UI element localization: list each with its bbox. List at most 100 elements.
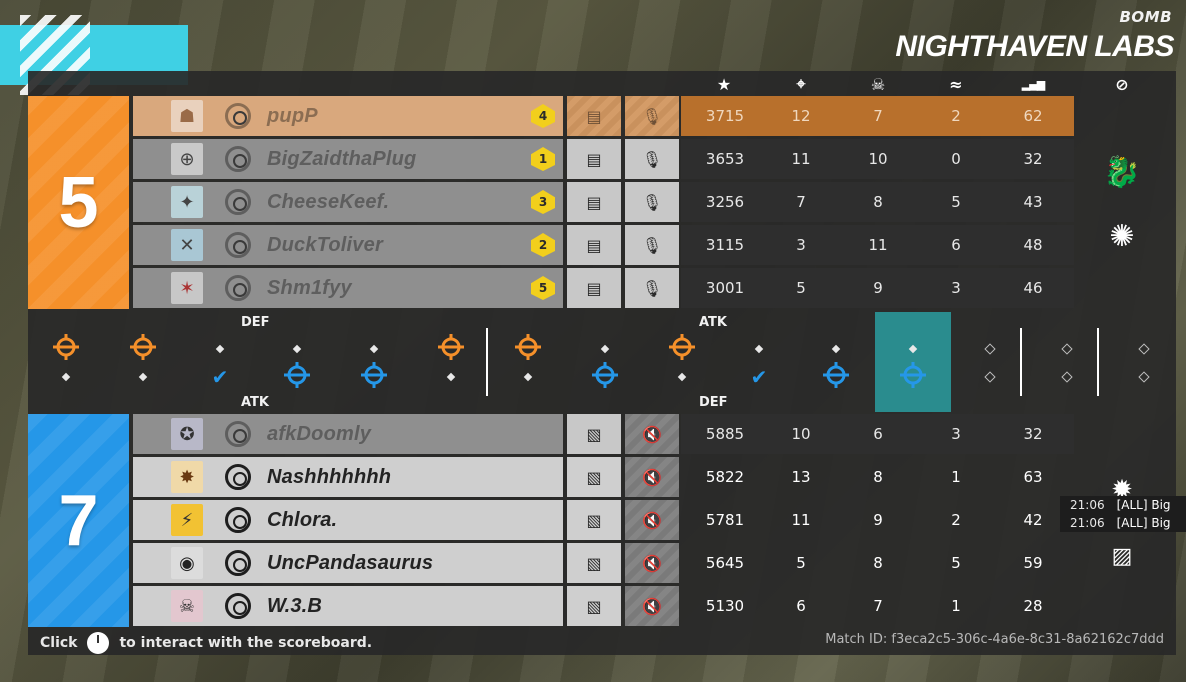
killfeed-message: [ALL] Big	[1116, 498, 1171, 512]
player-row[interactable]: ⊕ BigZaidthaPlug 1 ▤ 🎙 3653 11 10 0 32	[133, 139, 1074, 179]
half-divider	[486, 328, 488, 396]
kills-crosshair-icon: ⌖	[796, 74, 806, 93]
ubisoft-icon	[225, 421, 251, 447]
chat-muted-button[interactable]: ▧	[567, 457, 621, 497]
round-loss-dot-icon	[754, 344, 764, 354]
game-mode: BOMB	[1119, 8, 1172, 26]
ping-stat: 48	[1023, 236, 1043, 254]
round-top-cell	[875, 336, 951, 362]
rank-badge: 1	[531, 147, 555, 171]
kills-stat: 12	[791, 107, 811, 125]
mic-button[interactable]: 🎙	[625, 268, 679, 308]
player-row[interactable]: ☗ pupP 4 ▤ 🎙 3715 12 7 2 62	[133, 96, 1074, 136]
ubisoft-icon	[225, 550, 251, 576]
mic-muted-button[interactable]: 🔇	[625, 586, 679, 626]
player-row[interactable]: ✕ DuckToliver 2 ▤ 🎙 3115 3 11 6 48	[133, 225, 1074, 265]
round-top-cell	[105, 334, 181, 364]
chat-muted-button[interactable]: ▧	[567, 586, 621, 626]
round-loss-dot-icon	[138, 372, 148, 382]
player-name-cell[interactable]: ⊕ BigZaidthaPlug 1	[133, 139, 563, 179]
orange-team-score: 5	[28, 96, 129, 309]
chat-button[interactable]: ▤	[567, 182, 621, 222]
kills-stat: 13	[791, 468, 811, 486]
player-name-cell[interactable]: ✕ DuckToliver 2	[133, 225, 563, 265]
mic-button[interactable]: 🎙	[625, 225, 679, 265]
round-loss-dot-icon	[523, 372, 533, 382]
round-bottom-cell	[952, 364, 1028, 390]
chat-button[interactable]: ▤	[567, 225, 621, 265]
assists-icon: ≈	[949, 74, 963, 94]
player-name-cell[interactable]: ✦ CheeseKeef. 3	[133, 182, 563, 222]
round-column	[28, 312, 104, 412]
unplayed-round-icon	[1061, 343, 1073, 355]
player-row[interactable]: ◉ UncPandasaurus ▧ 🔇 5645 5 8 5 59	[133, 543, 1074, 583]
blue-round-win-icon	[821, 362, 851, 392]
orange-round-win-icon	[128, 334, 158, 364]
player-name-cell[interactable]: ⚡ Chlora.	[133, 500, 563, 540]
player-stats: 5130 6 7 1 28	[681, 586, 1074, 626]
assists-stat: 1	[951, 597, 961, 615]
star-icon: ★	[716, 74, 732, 94]
mic-muted-button[interactable]: 🔇	[625, 500, 679, 540]
round-top-cell	[336, 336, 412, 362]
assists-stat: 6	[951, 236, 961, 254]
player-name-cell[interactable]: ✸ Nashhhhhhh	[133, 457, 563, 497]
operator-icon: ✕	[171, 229, 203, 261]
deaths-stat: 10	[868, 150, 888, 168]
mouse-icon	[87, 632, 110, 654]
kills-stat: 5	[796, 279, 806, 297]
orange-round-win-icon	[513, 334, 543, 364]
player-row[interactable]: ✦ CheeseKeef. 3 ▤ 🎙 3256 7 8 5 43	[133, 182, 1074, 222]
operator-icon: ◉	[171, 547, 203, 579]
overtime-divider	[1097, 328, 1099, 396]
killfeed-message: [ALL] Big	[1116, 516, 1171, 530]
mic-muted-button[interactable]: 🔇	[625, 457, 679, 497]
player-row[interactable]: ✪ afkDoomly ▧ 🔇 5885 10 6 3 32	[133, 414, 1074, 454]
player-stats: 5645 5 8 5 59	[681, 543, 1074, 583]
mic-button[interactable]: 🎙	[625, 182, 679, 222]
operator-icon: ✦	[171, 186, 203, 218]
player-row[interactable]: ☠ W.3.B ▧ 🔇 5130 6 7 1 28	[133, 586, 1074, 626]
round-top-cell	[1029, 336, 1105, 362]
round-bottom-cell	[1029, 364, 1105, 390]
ping-stat: 46	[1023, 279, 1043, 297]
mic-muted-button[interactable]: 🔇	[625, 414, 679, 454]
player-row[interactable]: ✸ Nashhhhhhh ▧ 🔇 5822 13 8 1 63	[133, 457, 1074, 497]
player-name-cell[interactable]: ◉ UncPandasaurus	[133, 543, 563, 583]
player-stats: 5781 11 9 2 42	[681, 500, 1074, 540]
assists-stat: 2	[951, 511, 961, 529]
player-row[interactable]: ✶ Shm1fyy 5 ▤ 🎙 3001 5 9 3 46	[133, 268, 1074, 308]
deaths-stat: 8	[873, 193, 883, 211]
player-name: W.3.B	[267, 594, 323, 617]
chat-muted-button[interactable]: ▧	[567, 500, 621, 540]
round-column	[336, 312, 412, 412]
chat-button[interactable]: ▤	[567, 96, 621, 136]
player-name-cell[interactable]: ✪ afkDoomly	[133, 414, 563, 454]
deaths-stat: 6	[873, 425, 883, 443]
player-name-cell[interactable]: ☗ pupP 4	[133, 96, 563, 136]
chat-muted-button[interactable]: ▧	[567, 414, 621, 454]
round-history: DEF ATK ATK DEF ✔ ✔	[28, 312, 1176, 412]
chat-button[interactable]: ▤	[567, 139, 621, 179]
mic-button[interactable]: 🎙	[625, 96, 679, 136]
deaths-skull-icon: ☠	[870, 74, 886, 94]
rank-badge: 2	[531, 233, 555, 257]
ping-stat: 42	[1023, 511, 1043, 529]
blue-defuse-win-icon: ✔	[750, 365, 768, 389]
ping-stat: 28	[1023, 597, 1043, 615]
ubisoft-icon	[225, 507, 251, 533]
player-name-cell[interactable]: ☠ W.3.B	[133, 586, 563, 626]
player-row[interactable]: ⚡ Chlora. ▧ 🔇 5781 11 9 2 42	[133, 500, 1074, 540]
mic-button[interactable]: 🎙	[625, 139, 679, 179]
chat-muted-button[interactable]: ▧	[567, 543, 621, 583]
kills-stat: 7	[796, 193, 806, 211]
round-column	[567, 312, 643, 412]
round-loss-dot-icon	[61, 372, 71, 382]
player-name-cell[interactable]: ✶ Shm1fyy 5	[133, 268, 563, 308]
chat-button[interactable]: ▤	[567, 268, 621, 308]
blue-round-win-icon	[590, 362, 620, 392]
round-top-cell	[798, 336, 874, 362]
round-bottom-cell	[413, 364, 489, 390]
round-loss-dot-icon	[292, 344, 302, 354]
mic-muted-button[interactable]: 🔇	[625, 543, 679, 583]
